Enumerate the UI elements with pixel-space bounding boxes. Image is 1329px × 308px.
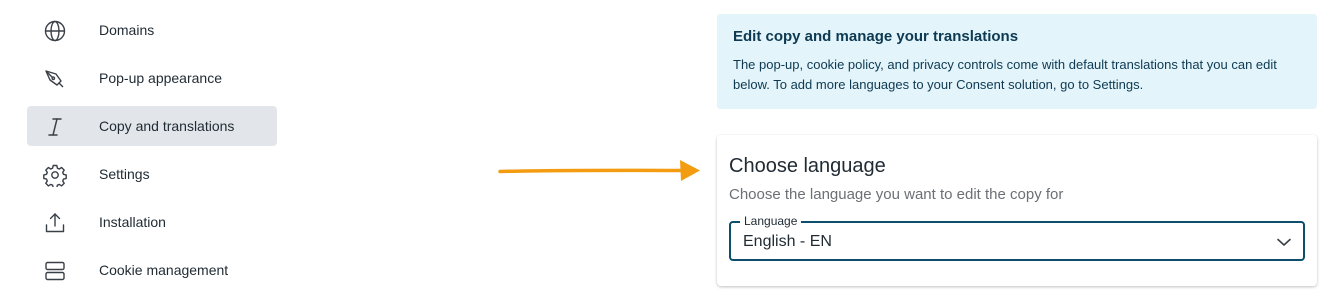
language-select[interactable]: Language English - EN (729, 214, 1305, 261)
pen-nib-icon (43, 67, 67, 91)
sidebar-item-label: Copy and translations (99, 118, 235, 134)
language-select-value: English - EN (743, 233, 832, 250)
globe-icon (43, 19, 67, 43)
sidebar-item-label: Pop-up appearance (99, 70, 222, 86)
italic-icon (43, 115, 67, 139)
annotation-arrow-icon (498, 160, 700, 181)
sidebar-item-domains[interactable]: Domains (27, 10, 277, 50)
sidebar-item-label: Cookie management (99, 262, 229, 278)
sidebar: Domains Pop-up appearance Copy and trans… (27, 10, 277, 298)
info-banner-title: Edit copy and manage your translations (733, 28, 1019, 45)
chevron-down-icon[interactable] (1275, 233, 1293, 251)
sidebar-item-popup-appearance[interactable]: Pop-up appearance (27, 58, 277, 98)
card-subtitle: Choose the language you want to edit the… (729, 186, 1064, 203)
upload-icon (43, 211, 67, 235)
sidebar-item-copy-and-translations[interactable]: Copy and translations (27, 106, 277, 146)
sidebar-item-label: Settings (99, 166, 150, 182)
sidebar-item-cookie-management[interactable]: Cookie management (27, 250, 277, 290)
server-icon (43, 259, 67, 283)
sidebar-item-settings[interactable]: Settings (27, 154, 277, 194)
info-banner-body: The pop-up, cookie policy, and privacy c… (733, 57, 1277, 92)
info-banner: Edit copy and manage your translations T… (717, 14, 1317, 109)
gear-icon (43, 163, 67, 187)
sidebar-item-installation[interactable]: Installation (27, 202, 277, 242)
sidebar-item-label: Domains (99, 22, 155, 38)
language-select-label: Language (740, 214, 802, 228)
sidebar-item-label: Installation (99, 214, 166, 230)
card-title: Choose language (729, 155, 886, 177)
language-card: Choose language Choose the language you … (717, 135, 1317, 286)
